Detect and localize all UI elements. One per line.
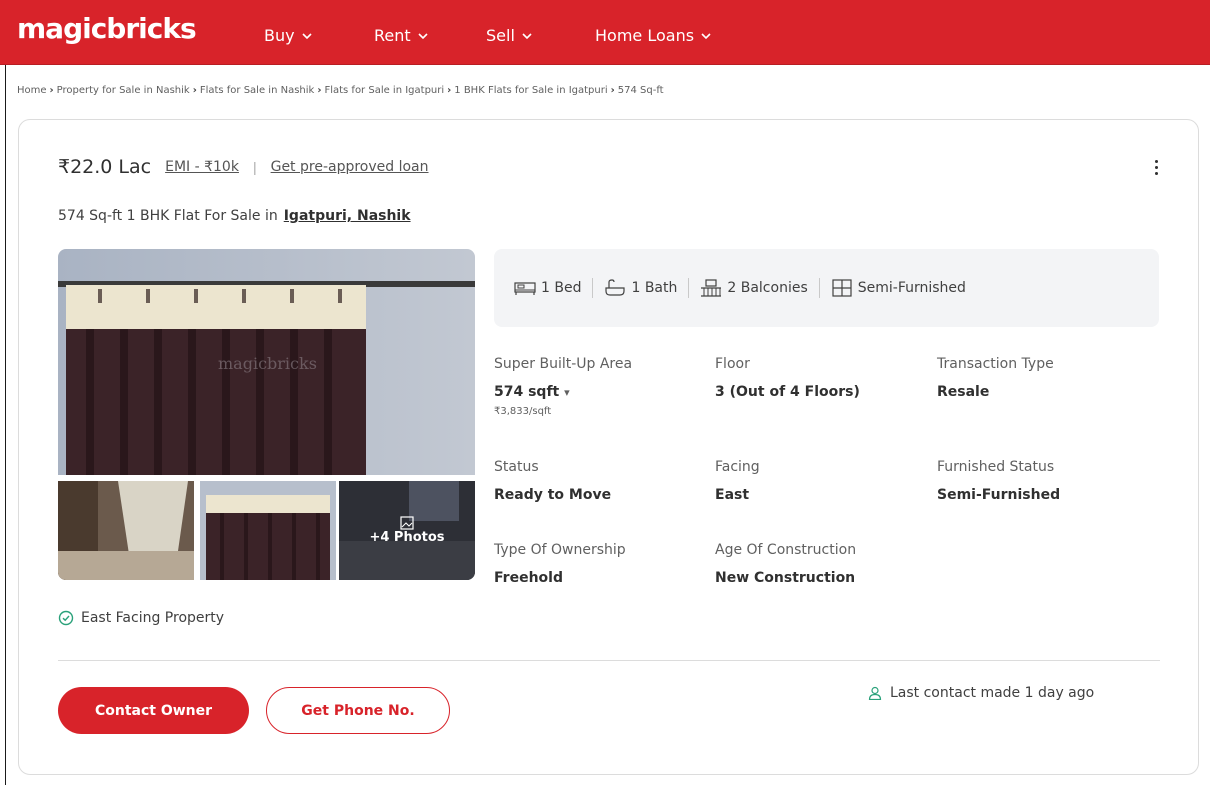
breadcrumb-current: 574 Sq-ft xyxy=(617,85,664,96)
facing-value: East xyxy=(715,487,750,503)
amenity-bed-label: 1 Bed xyxy=(541,280,582,296)
more-photos-label: +4 Photos xyxy=(369,530,445,545)
breadcrumb-separator: › xyxy=(317,85,322,96)
nav-buy[interactable]: Buy xyxy=(264,26,313,45)
chevron-down-icon xyxy=(417,30,429,42)
breadcrumb-1bhk-igatpuri[interactable]: 1 BHK Flats for Sale in Igatpuri xyxy=(454,85,607,96)
magicbricks-logo[interactable]: magicbricks xyxy=(17,12,197,45)
facing-label: Facing xyxy=(715,459,760,475)
breadcrumb: Home › Property for Sale in Nashik › Flats… xyxy=(17,85,664,96)
last-contact-text: Last contact made 1 day ago xyxy=(890,685,1095,701)
check-circle-icon xyxy=(58,610,74,626)
user-icon xyxy=(868,686,882,700)
chevron-down-icon: ▾ xyxy=(564,386,570,399)
last-contact-info: Last contact made 1 day ago xyxy=(868,685,1094,701)
nav-buy-label: Buy xyxy=(264,26,295,45)
chevron-down-icon xyxy=(521,30,533,42)
transaction-value: Resale xyxy=(937,384,990,400)
detail-transaction: Transaction Type Resale xyxy=(937,356,1054,400)
amenity-bath: 1 Bath xyxy=(604,279,677,297)
thumbnail-more-photos[interactable]: +4 Photos xyxy=(339,481,475,580)
furnished-label: Furnished Status xyxy=(937,459,1055,475)
more-options-icon[interactable] xyxy=(1151,160,1161,180)
amenity-furnishing: Semi-Furnished xyxy=(831,279,966,297)
ownership-value: Freehold xyxy=(494,570,563,586)
curtain-photo: magicbricks xyxy=(58,249,475,475)
transaction-label: Transaction Type xyxy=(937,356,1054,372)
amenities-bar: 1 Bed 1 Bath 2 Balconies Semi-Furnished xyxy=(494,249,1159,327)
detail-status: Status Ready to Move xyxy=(494,459,611,503)
property-price: ₹22.0 Lac xyxy=(58,156,152,178)
breadcrumb-home[interactable]: Home xyxy=(17,85,47,96)
breadcrumb-separator: › xyxy=(610,85,615,96)
bed-icon xyxy=(514,282,536,295)
preapproved-loan-link[interactable]: Get pre-approved loan xyxy=(271,159,429,175)
breadcrumb-separator: › xyxy=(192,85,197,96)
detail-facing: Facing East xyxy=(715,459,760,503)
area-value-text: 574 sqft xyxy=(494,384,560,400)
ownership-label: Type Of Ownership xyxy=(494,542,626,558)
area-label: Super Built-Up Area xyxy=(494,356,633,372)
amenity-bath-label: 1 Bath xyxy=(631,280,678,296)
bath-icon xyxy=(605,279,626,296)
price-row: ₹22.0 Lac EMI - ₹10k | Get pre-approved … xyxy=(58,156,429,178)
property-card: ₹22.0 Lac EMI - ₹10k | Get pre-approved … xyxy=(18,119,1199,775)
chevron-down-icon xyxy=(301,30,313,42)
detail-area: Super Built-Up Area 574 sqft ▾ ₹3,833/sq… xyxy=(494,356,632,417)
detail-age: Age Of Construction New Construction xyxy=(715,542,856,586)
furnished-value: Semi-Furnished xyxy=(937,487,1061,503)
breadcrumb-separator: › xyxy=(49,85,54,96)
floor-value: 3 (Out of 4 Floors) xyxy=(715,384,860,400)
location-link[interactable]: Igatpuri, Nashik xyxy=(284,208,411,224)
floor-label: Floor xyxy=(715,356,750,372)
chevron-down-icon xyxy=(700,30,712,42)
amenity-divider xyxy=(818,278,820,298)
breadcrumb-property-nashik[interactable]: Property for Sale in Nashik xyxy=(57,85,190,96)
amenity-divider xyxy=(688,278,690,298)
amenity-divider xyxy=(592,278,594,298)
amenity-furnishing-label: Semi-Furnished xyxy=(857,280,966,296)
top-navigation-bar: magicbricks Buy Rent Sell Home Loans xyxy=(0,0,1210,65)
area-value[interactable]: 574 sqft ▾ xyxy=(494,384,632,400)
property-title-text: 574 Sq-ft 1 BHK Flat For Sale in xyxy=(58,208,278,224)
breadcrumb-separator: › xyxy=(447,85,452,96)
nav-rent-label: Rent xyxy=(374,26,411,45)
detail-furnished: Furnished Status Semi-Furnished xyxy=(937,459,1060,503)
nav-sell[interactable]: Sell xyxy=(486,26,533,45)
main-property-photo[interactable]: magicbricks xyxy=(58,249,475,475)
age-value: New Construction xyxy=(715,570,856,586)
gallery-icon xyxy=(400,516,414,530)
east-facing-feature: East Facing Property xyxy=(58,610,224,626)
amenity-balcony: 2 Balconies xyxy=(700,279,808,297)
age-label: Age Of Construction xyxy=(715,542,857,558)
thumbnail-photo-2[interactable] xyxy=(200,481,336,580)
amenity-bed: 1 Bed xyxy=(514,279,581,297)
card-divider xyxy=(58,660,1160,661)
status-value: Ready to Move xyxy=(494,487,612,503)
breadcrumb-flats-nashik[interactable]: Flats for Sale in Nashik xyxy=(200,85,315,96)
contact-owner-button[interactable]: Contact Owner xyxy=(58,687,249,734)
detail-ownership: Type Of Ownership Freehold xyxy=(494,542,626,586)
photo-watermark: magicbricks xyxy=(218,354,317,373)
status-label: Status xyxy=(494,459,539,475)
nav-home-loans[interactable]: Home Loans xyxy=(595,26,712,45)
emi-link[interactable]: EMI - ₹10k xyxy=(165,159,239,175)
nav-home-loans-label: Home Loans xyxy=(595,26,695,45)
balcony-icon xyxy=(701,279,722,297)
nav-rent[interactable]: Rent xyxy=(374,26,429,45)
property-title: 574 Sq-ft 1 BHK Flat For Sale in Igatpuri… xyxy=(58,208,411,224)
breadcrumb-flats-igatpuri[interactable]: Flats for Sale in Igatpuri xyxy=(324,85,444,96)
area-rate: ₹3,833/sqft xyxy=(494,406,552,417)
nav-sell-label: Sell xyxy=(486,26,515,45)
thumbnail-photo-1[interactable] xyxy=(58,481,194,580)
get-phone-button[interactable]: Get Phone No. xyxy=(266,687,450,734)
feature-label: East Facing Property xyxy=(81,610,225,626)
furnish-icon xyxy=(832,279,852,297)
price-divider: | xyxy=(252,159,257,175)
amenity-balcony-label: 2 Balconies xyxy=(727,280,808,296)
detail-floor: Floor 3 (Out of 4 Floors) xyxy=(715,356,860,400)
more-photos-overlay: +4 Photos xyxy=(339,481,475,580)
